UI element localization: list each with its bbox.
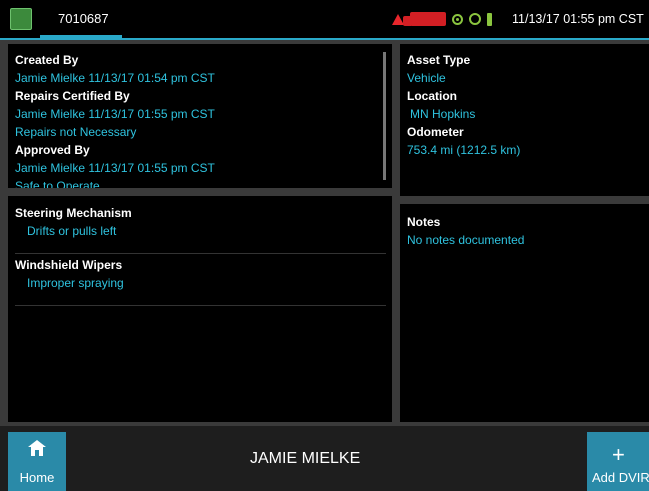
notes-label: Notes — [407, 215, 441, 229]
driver-name: JAMIE MIELKE — [250, 450, 361, 467]
created-by-value: Jamie Mielke 11/13/17 01:54 pm CST — [15, 71, 215, 85]
created-by-label: Created By — [15, 53, 79, 67]
home-button[interactable]: Home — [8, 432, 66, 491]
approved-by-value: Jamie Mielke 11/13/17 01:55 pm CST — [15, 161, 215, 175]
bottom-bar: Home JAMIE MIELKE + Add DVIR — [0, 426, 649, 491]
app-icon[interactable] — [10, 8, 32, 30]
power-plug-icon — [487, 12, 492, 26]
location-value: MN Hopkins — [410, 107, 476, 121]
repairs-status: Repairs not Necessary — [15, 125, 137, 139]
odometer-value: 753.4 mi (1212.5 km) — [407, 143, 521, 157]
defect-category: Windshield Wipers — [15, 258, 123, 272]
divider — [15, 253, 386, 254]
gps-icon — [452, 13, 463, 25]
signal-icon — [469, 13, 481, 25]
location-label: Location — [407, 89, 457, 103]
home-icon — [28, 440, 46, 456]
home-label: Home — [19, 470, 55, 485]
repairs-certified-value: Jamie Mielke 11/13/17 01:55 pm CST — [15, 107, 215, 121]
defect-detail: Drifts or pulls left — [27, 224, 117, 238]
list-item[interactable]: Steering Mechanism Drifts or pulls left — [15, 204, 385, 240]
repairs-certified-label: Repairs Certified By — [15, 89, 130, 103]
divider — [15, 305, 386, 306]
add-dvir-label: Add DVIR — [592, 470, 649, 485]
asset-type-label: Asset Type — [407, 53, 471, 67]
notes-panel: Notes No notes documented — [400, 204, 649, 422]
top-bar: 7010687 11/13/17 01:55 pm CST — [0, 0, 649, 40]
defect-category: Steering Mechanism — [15, 206, 132, 220]
status-icons — [392, 0, 492, 38]
truck-icon[interactable] — [403, 12, 446, 26]
notes-value: No notes documented — [407, 233, 525, 247]
defect-detail: Improper spraying — [27, 276, 124, 290]
tab-vehicle[interactable]: 7010687 — [40, 0, 122, 38]
safety-status: Safe to Operate — [15, 179, 100, 188]
list-item[interactable]: Windshield Wipers Improper spraying — [15, 256, 385, 292]
odometer-label: Odometer — [407, 125, 464, 139]
add-dvir-button[interactable]: + Add DVIR — [587, 432, 649, 491]
scrollbar[interactable] — [383, 52, 386, 180]
plus-icon: + — [612, 442, 625, 467]
asset-type-value: Vehicle — [407, 71, 446, 85]
inspection-summary-panel[interactable]: Created By Jamie Mielke 11/13/17 01:54 p… — [8, 44, 392, 188]
approved-by-label: Approved By — [15, 143, 90, 157]
asset-info-panel: Asset Type Vehicle Location MN Hopkins O… — [400, 44, 649, 196]
defects-panel: Steering Mechanism Drifts or pulls left … — [8, 196, 392, 422]
tab-label: 7010687 — [58, 11, 109, 26]
header-divider — [0, 38, 649, 40]
datetime: 11/13/17 01:55 pm CST — [512, 12, 644, 26]
